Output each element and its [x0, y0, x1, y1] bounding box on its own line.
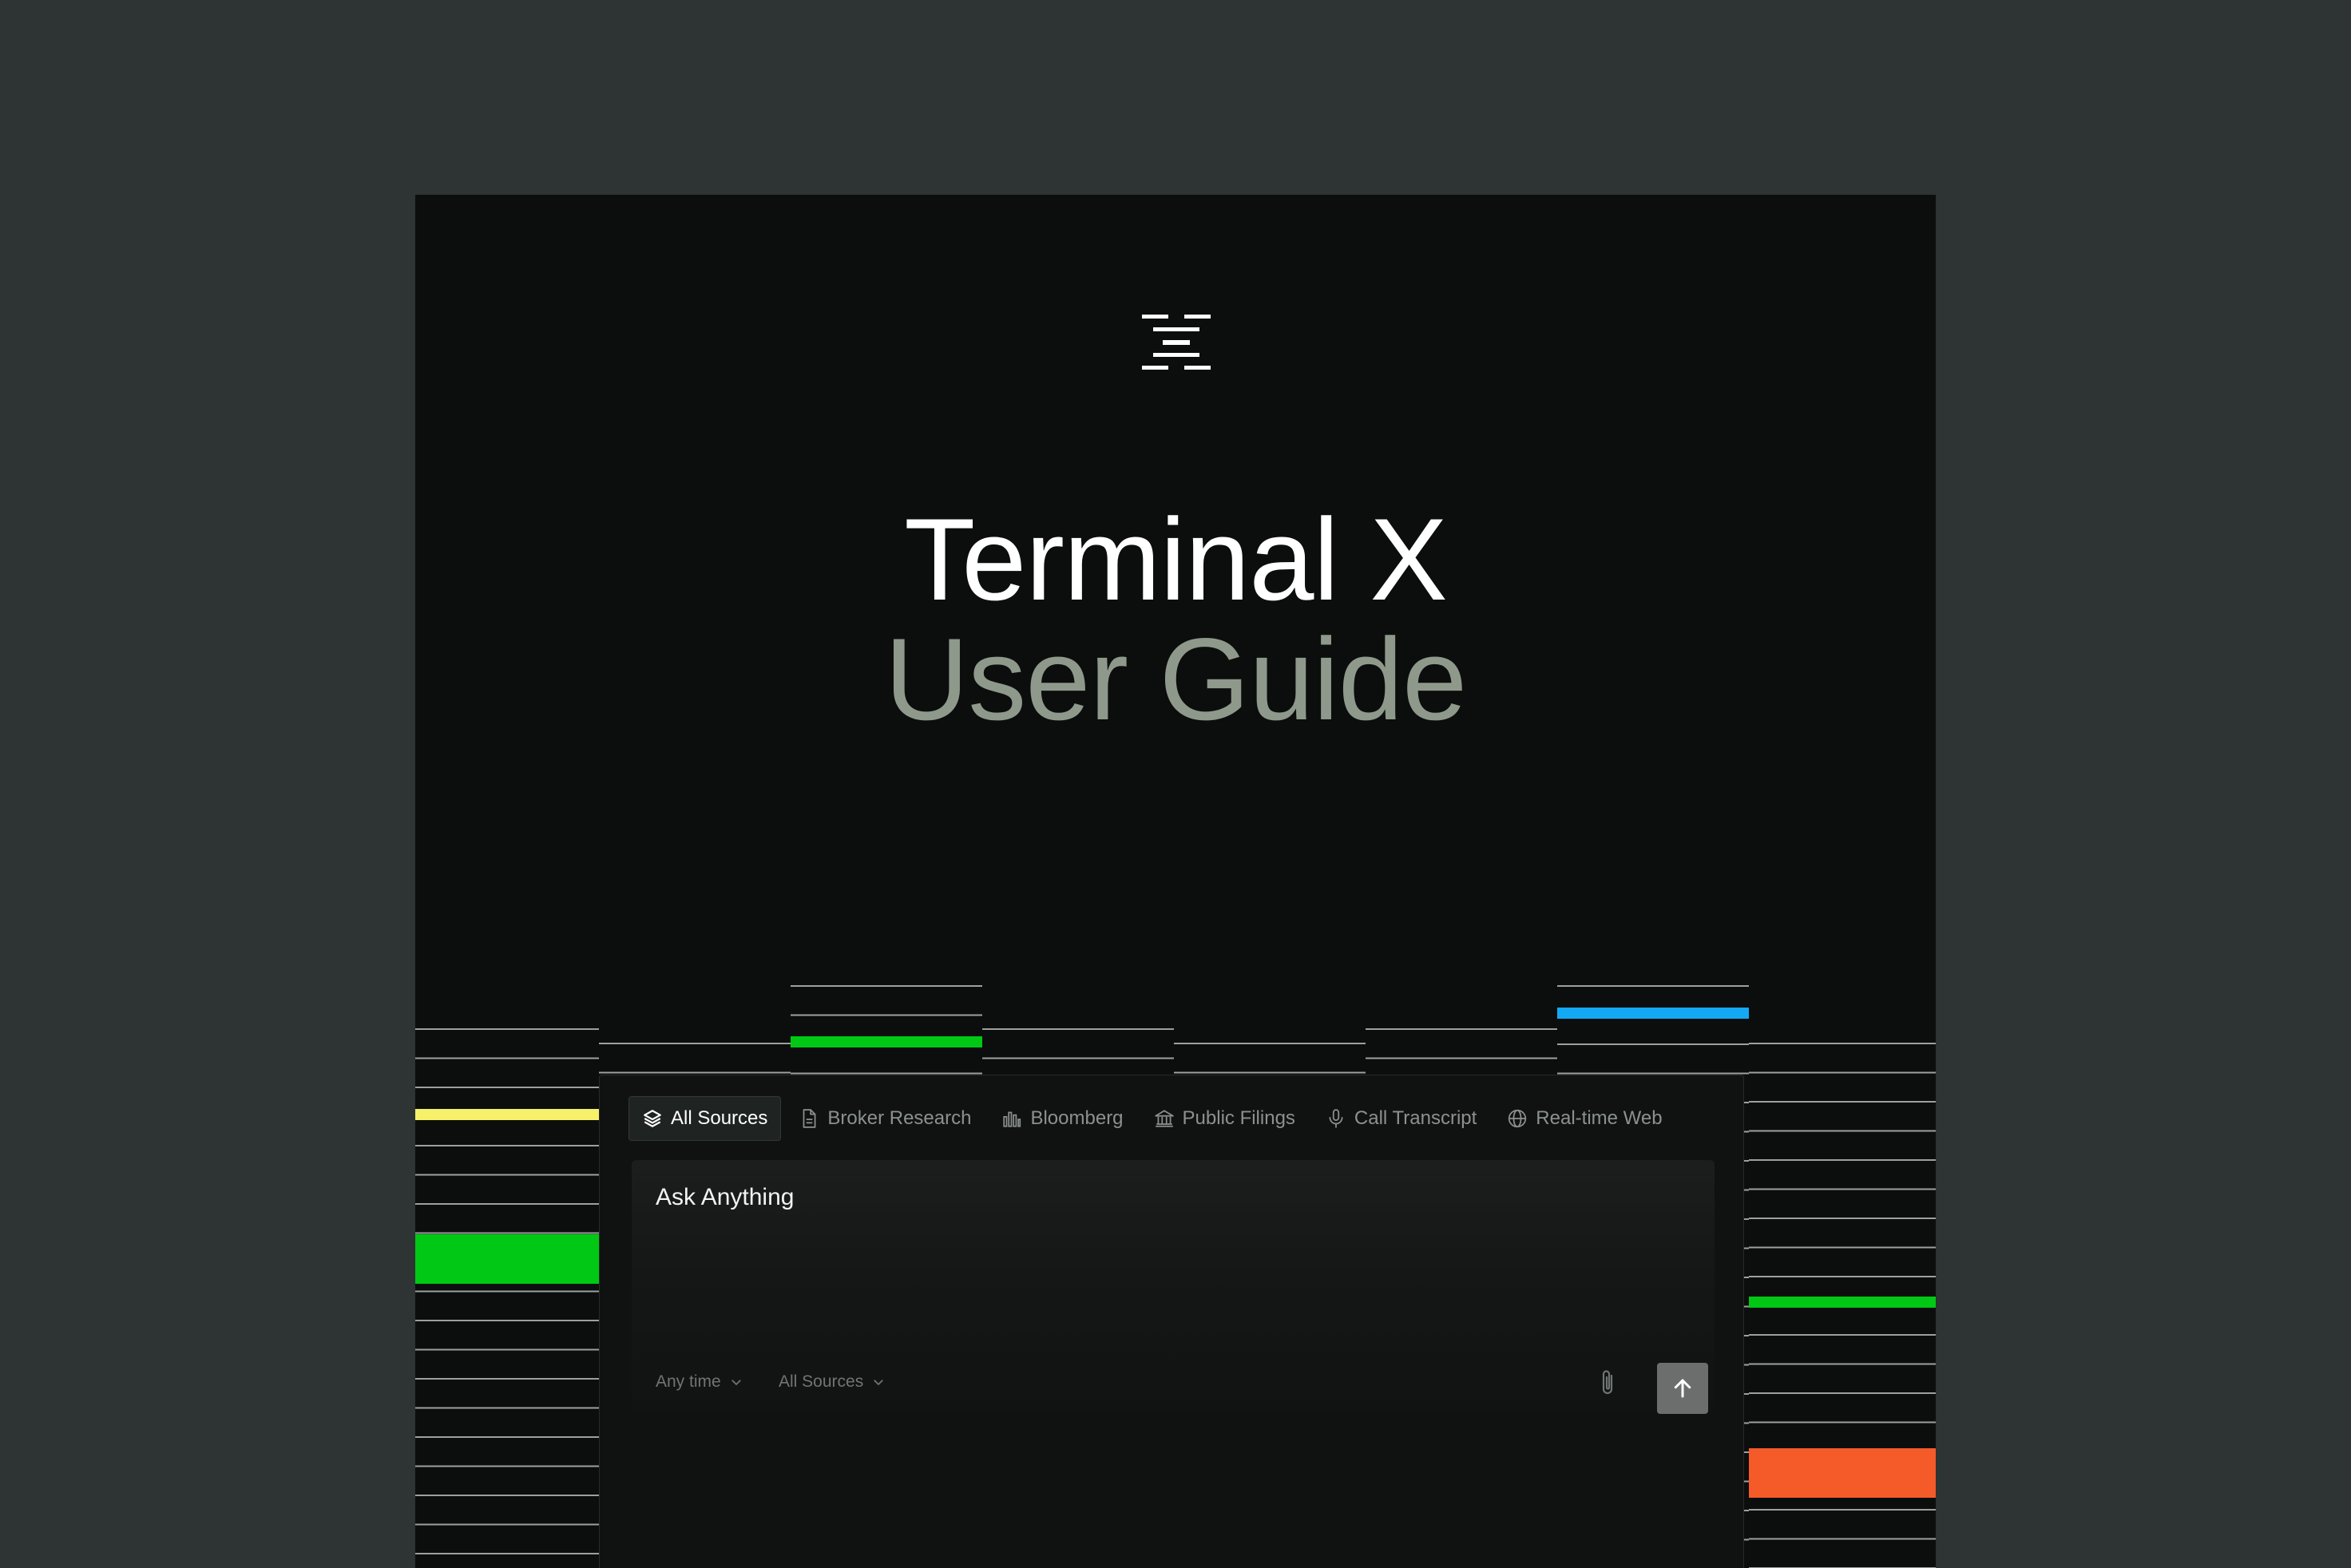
stripe-line: [1749, 1159, 1936, 1161]
microphone-icon: [1329, 1109, 1343, 1128]
bank-icon: [1154, 1110, 1174, 1127]
tab-label: Call Transcript: [1354, 1107, 1477, 1129]
tab-real-time-web[interactable]: Real-time Web: [1494, 1096, 1675, 1141]
stripe-line: [1557, 1043, 1749, 1045]
stripe-line: [1749, 1509, 1936, 1511]
stripe-line: [791, 1014, 982, 1016]
document-icon: [803, 1109, 816, 1128]
stripe-line: [1749, 1101, 1936, 1103]
stripe-line: [415, 1057, 599, 1059]
stripe-line: [1749, 1246, 1936, 1249]
bar-chart-icon: [1003, 1111, 1021, 1127]
stripe-line: [1749, 1071, 1936, 1074]
arrow-up-icon: [1674, 1379, 1691, 1398]
accent-bar: [1749, 1297, 1936, 1308]
stripe-line: [1557, 985, 1749, 987]
tab-all-sources[interactable]: All Sources: [628, 1096, 782, 1141]
stripe-line: [1749, 1421, 1936, 1423]
stripe-line: [415, 1290, 599, 1293]
search-input[interactable]: Ask Anything Any time All Sources: [632, 1160, 1715, 1414]
stripe-line: [415, 1145, 599, 1146]
accent-bar: [415, 1234, 599, 1284]
stripe-line: [415, 1553, 599, 1554]
cover-card: Terminal X User Guide All Sources Broker…: [415, 195, 1936, 1568]
stripe-line: [1749, 1538, 1936, 1540]
accent-bar: [791, 1036, 982, 1047]
stripe-line: [1749, 1276, 1936, 1277]
globe-icon: [1509, 1109, 1527, 1128]
stripe-line: [1174, 1043, 1366, 1044]
stripe-line: [1366, 1057, 1557, 1059]
stripe-line: [599, 1071, 791, 1074]
stripe-line: [415, 1523, 599, 1526]
tab-label: Public Filings: [1182, 1107, 1295, 1129]
time-filter-dropdown[interactable]: Any time: [656, 1372, 743, 1392]
search-panel: All Sources Broker Research Bloomberg Pu…: [599, 1075, 1744, 1568]
stripe-line: [415, 1232, 599, 1234]
tab-label: Broker Research: [827, 1107, 972, 1129]
layers-icon: [644, 1110, 661, 1127]
stripe-line: [415, 1174, 599, 1176]
stripe-line: [415, 1203, 599, 1205]
page-subtitle: User Guide: [884, 614, 1467, 744]
chevron-down-icon: [874, 1380, 884, 1386]
stripe-line: [1749, 1218, 1936, 1219]
stripe-line: [791, 985, 982, 987]
accent-bar: [1557, 1008, 1749, 1019]
stripe-line: [415, 1436, 599, 1438]
tab-broker-research[interactable]: Broker Research: [786, 1096, 984, 1141]
stripe-line: [1749, 1188, 1936, 1190]
source-filter-label: All Sources: [779, 1372, 864, 1391]
stripe-line: [415, 1320, 599, 1321]
stripe-line: [599, 1043, 791, 1044]
paperclip-icon[interactable]: [1596, 1366, 1620, 1398]
stripe-line: [1749, 1130, 1936, 1132]
stripe-line: [415, 1465, 599, 1467]
stripe-line: [1749, 1334, 1936, 1336]
tab-public-filings[interactable]: Public Filings: [1141, 1096, 1308, 1141]
tab-bloomberg[interactable]: Bloomberg: [989, 1096, 1136, 1141]
stripe-line: [1749, 1043, 1936, 1044]
stripe-line: [1366, 1028, 1557, 1030]
stripe-line: [415, 1407, 599, 1409]
stripe-line: [982, 1057, 1174, 1059]
page-title: Terminal X: [904, 494, 1448, 624]
send-button[interactable]: [1657, 1363, 1708, 1414]
tab-label: All Sources: [671, 1107, 768, 1129]
stripe-line: [415, 1087, 599, 1088]
stripe-line: [415, 1495, 599, 1496]
chevron-down-icon: [731, 1380, 741, 1386]
stripe-line: [982, 1028, 1174, 1030]
time-filter-label: Any time: [656, 1372, 721, 1391]
stripe-line: [1174, 1071, 1366, 1074]
search-prompt[interactable]: Ask Anything: [656, 1184, 794, 1211]
stripe-line: [1749, 1392, 1936, 1394]
stripe-line: [1749, 1363, 1936, 1365]
accent-bar: [415, 1109, 599, 1120]
terminal-x-logo-icon: [1142, 315, 1211, 370]
tab-label: Bloomberg: [1030, 1107, 1124, 1129]
source-filter-dropdown[interactable]: All Sources: [779, 1372, 886, 1392]
tab-label: Real-time Web: [1536, 1107, 1663, 1129]
stripe-line: [415, 1348, 599, 1351]
tab-call-transcript[interactable]: Call Transcript: [1313, 1096, 1489, 1141]
accent-bar: [1749, 1448, 1936, 1498]
stripe-line: [415, 1028, 599, 1030]
source-tabs: All Sources Broker Research Bloomberg Pu…: [628, 1096, 1675, 1141]
stripe-line: [415, 1378, 599, 1380]
